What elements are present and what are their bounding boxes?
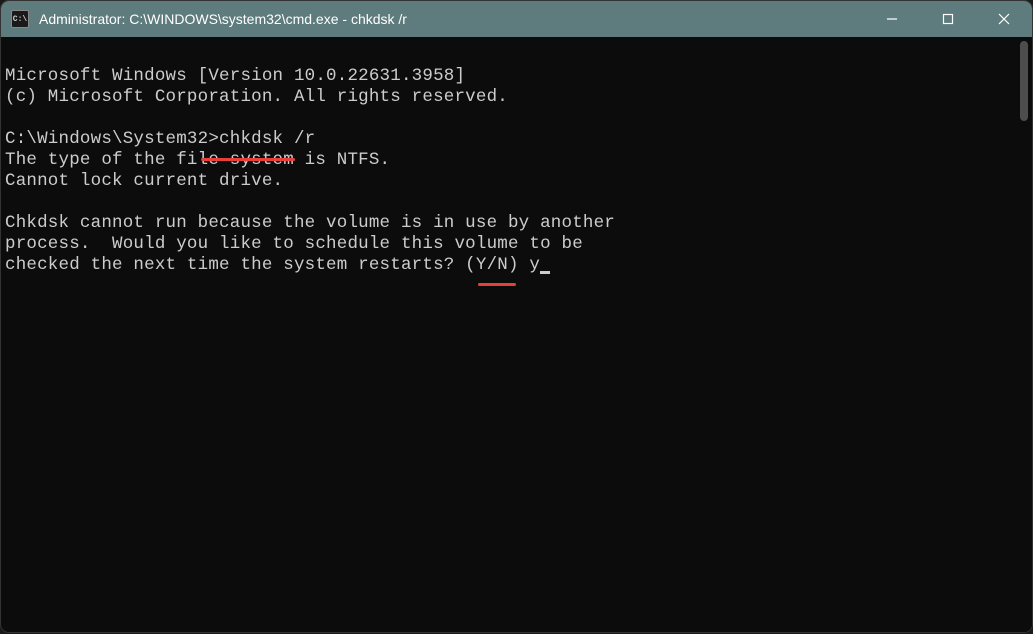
output-line: The type of the file system is NTFS. [5,150,390,170]
output-line: checked the next time the system restart… [5,255,550,275]
output-line: Chkdsk cannot run because the volume is … [5,213,615,233]
output-line: Cannot lock current drive. [5,171,283,191]
cmd-icon: C:\ [11,10,29,28]
output-line: process. Would you like to schedule this… [5,234,583,254]
minimize-button[interactable] [864,1,920,37]
maximize-icon [942,13,954,25]
close-icon [998,13,1010,25]
prompt-path: C:\Windows\System32> [5,129,219,149]
annotation-underline [478,283,516,286]
minimize-icon [886,13,898,25]
maximize-button[interactable] [920,1,976,37]
terminal-content[interactable]: Microsoft Windows [Version 10.0.22631.39… [1,37,1016,632]
window-controls [864,1,1032,37]
output-line: Microsoft Windows [Version 10.0.22631.39… [5,66,465,86]
window-title: Administrator: C:\WINDOWS\system32\cmd.e… [39,11,864,27]
output-line: (c) Microsoft Corporation. All rights re… [5,87,508,107]
scrollbar-thumb[interactable] [1020,41,1028,121]
titlebar[interactable]: C:\ Administrator: C:\WINDOWS\system32\c… [1,1,1032,37]
terminal-area[interactable]: Microsoft Windows [Version 10.0.22631.39… [1,37,1032,632]
typed-command: chkdsk /r [219,129,315,149]
user-input: y [529,255,540,275]
prompt-question: checked the next time the system restart… [5,255,529,275]
cursor [540,271,550,274]
prompt-line: C:\Windows\System32>chkdsk /r [5,129,315,149]
annotation-underline [201,158,295,161]
scrollbar[interactable] [1016,37,1032,632]
cmd-window: C:\ Administrator: C:\WINDOWS\system32\c… [1,1,1032,632]
close-button[interactable] [976,1,1032,37]
